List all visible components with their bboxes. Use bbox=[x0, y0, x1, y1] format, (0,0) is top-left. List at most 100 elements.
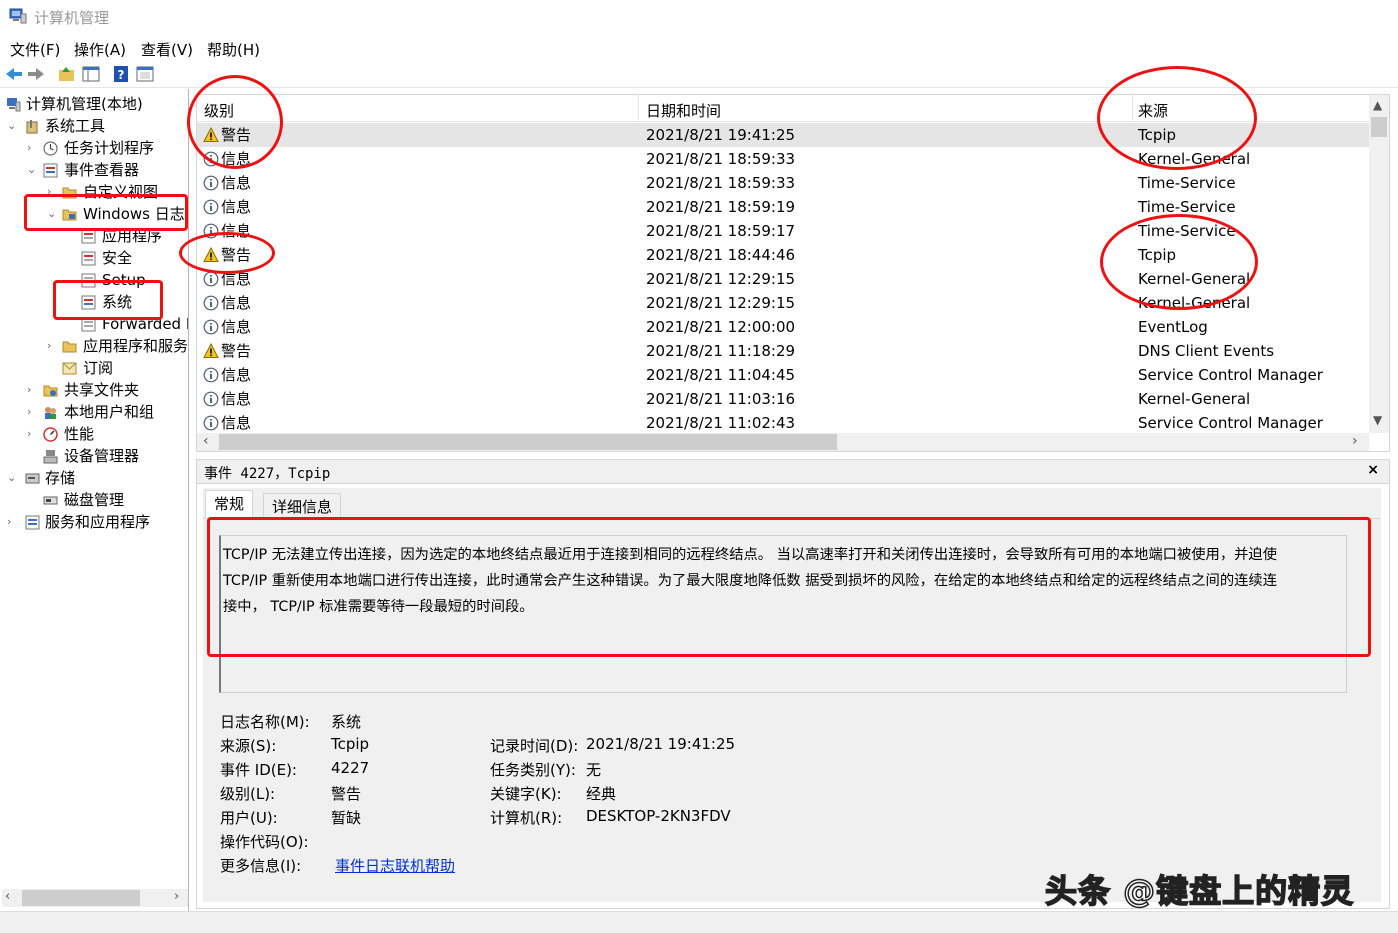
back-arrow-icon[interactable] bbox=[4, 65, 24, 83]
event-row[interactable]: 信息2021/8/21 12:00:00EventLog bbox=[197, 315, 1369, 339]
event-level: 信息 bbox=[221, 195, 251, 219]
level-label: 级别(L): bbox=[220, 783, 275, 804]
help-icon[interactable]: ? bbox=[111, 65, 131, 83]
column-header-source[interactable]: 来源 bbox=[1138, 100, 1168, 121]
scroll-right-icon[interactable]: › bbox=[1352, 433, 1358, 449]
chevron-right-icon[interactable]: › bbox=[47, 181, 59, 203]
log-icon bbox=[81, 317, 96, 332]
column-divider[interactable] bbox=[1132, 95, 1133, 122]
scroll-left-icon[interactable]: ‹ bbox=[5, 889, 10, 904]
action-pane-icon[interactable] bbox=[135, 65, 155, 83]
tree-label: 系统工具 bbox=[45, 115, 105, 137]
tab-details[interactable]: 详细信息 bbox=[263, 493, 341, 518]
chevron-right-icon[interactable]: › bbox=[27, 401, 39, 423]
event-row[interactable]: 警告2021/8/21 11:18:29DNS Client Events bbox=[197, 339, 1369, 363]
svg-text:?: ? bbox=[118, 68, 125, 82]
opcode-label: 操作代码(O): bbox=[220, 831, 309, 852]
event-row[interactable]: 信息2021/8/21 18:59:17Time-Service bbox=[197, 219, 1369, 243]
tree-horizontal-scrollbar[interactable]: ‹ › bbox=[2, 889, 188, 907]
warning-icon bbox=[203, 127, 219, 143]
logged-label: 记录时间(D): bbox=[490, 735, 578, 756]
column-header-datetime[interactable]: 日期和时间 bbox=[646, 100, 721, 121]
computer-icon bbox=[6, 97, 21, 112]
menu-help[interactable]: 帮助(H) bbox=[207, 39, 260, 60]
computer-value: DESKTOP-2KN3FDV bbox=[586, 807, 731, 825]
event-source: Time-Service bbox=[1138, 195, 1236, 219]
event-row[interactable]: 信息2021/8/21 12:29:15Kernel-General bbox=[197, 267, 1369, 291]
chevron-down-icon[interactable]: ⌄ bbox=[27, 159, 39, 181]
event-row[interactable]: 警告2021/8/21 18:44:46Tcpip bbox=[197, 243, 1369, 267]
tab-general[interactable]: 常规 bbox=[205, 490, 253, 518]
event-datetime: 2021/8/21 19:41:25 bbox=[646, 123, 795, 147]
chevron-right-icon[interactable]: › bbox=[27, 423, 39, 445]
event-row[interactable]: 信息2021/8/21 12:29:15Kernel-General bbox=[197, 291, 1369, 315]
task-category-value: 无 bbox=[586, 759, 601, 780]
keywords-value: 经典 bbox=[586, 783, 616, 804]
event-list-header: 级别 日期和时间 来源 bbox=[197, 95, 1369, 122]
title-bar: 计算机管理 bbox=[0, 0, 1398, 34]
computer-label: 计算机(R): bbox=[490, 807, 562, 828]
chevron-down-icon[interactable]: ⌄ bbox=[47, 203, 59, 225]
info-icon bbox=[203, 319, 219, 335]
event-row[interactable]: 信息2021/8/21 18:59:19Time-Service bbox=[197, 195, 1369, 219]
event-row[interactable]: 信息2021/8/21 11:04:45Service Control Mana… bbox=[197, 363, 1369, 387]
more-info-link[interactable]: 事件日志联机帮助 bbox=[335, 855, 455, 876]
column-header-level[interactable]: 级别 bbox=[204, 100, 234, 121]
event-source: Kernel-General bbox=[1138, 147, 1250, 171]
source-value: Tcpip bbox=[331, 735, 369, 753]
scrollbar-thumb[interactable] bbox=[1371, 117, 1387, 137]
event-level: 信息 bbox=[221, 387, 251, 411]
chevron-down-icon[interactable]: ⌄ bbox=[7, 467, 19, 489]
close-icon[interactable]: × bbox=[1367, 462, 1379, 478]
event-datetime: 2021/8/21 18:59:33 bbox=[646, 171, 795, 195]
scrollbar-thumb[interactable] bbox=[22, 890, 140, 906]
event-datetime: 2021/8/21 12:00:00 bbox=[646, 315, 795, 339]
scroll-right-icon[interactable]: › bbox=[174, 889, 179, 904]
show-hide-tree-icon[interactable] bbox=[81, 65, 101, 83]
event-description[interactable]: TCP/IP 无法建立传出连接，因为选定的本地终结点最近用于连接到相同的远程终结… bbox=[219, 535, 1347, 693]
tree-label: Windows 日志 bbox=[83, 203, 185, 225]
event-level: 警告 bbox=[221, 123, 251, 147]
event-level: 信息 bbox=[221, 315, 251, 339]
event-detail-titlebar: 事件 4227，Tcpip × bbox=[197, 460, 1389, 484]
folder-icon bbox=[62, 339, 77, 354]
more-info-label: 更多信息(I): bbox=[220, 855, 301, 876]
chevron-down-icon[interactable]: ⌄ bbox=[7, 115, 19, 137]
scroll-down-icon[interactable]: ▼ bbox=[1373, 413, 1382, 427]
tree-label: Setup bbox=[102, 269, 146, 291]
event-row[interactable]: 信息2021/8/21 11:03:16Kernel-General bbox=[197, 387, 1369, 411]
event-row[interactable]: 警告 2021/8/21 19:41:25 Tcpip bbox=[197, 123, 1369, 147]
chevron-right-icon[interactable]: › bbox=[27, 137, 39, 159]
tree-label: 性能 bbox=[64, 423, 94, 445]
scroll-up-icon[interactable]: ▲ bbox=[1373, 98, 1382, 112]
event-row[interactable]: 信息2021/8/21 18:59:33Kernel-General bbox=[197, 147, 1369, 171]
services-icon bbox=[25, 515, 40, 530]
event-row[interactable]: 信息2021/8/21 18:59:33Time-Service bbox=[197, 171, 1369, 195]
tree-label: 系统 bbox=[102, 291, 132, 313]
chevron-right-icon[interactable]: › bbox=[7, 511, 19, 533]
status-bar bbox=[0, 911, 1398, 933]
up-folder-icon[interactable] bbox=[57, 65, 77, 83]
warning-icon bbox=[203, 247, 219, 263]
event-level: 信息 bbox=[221, 363, 251, 387]
event-list-vertical-scrollbar[interactable]: ▲ ▼ bbox=[1369, 95, 1389, 433]
tree-label: 共享文件夹 bbox=[64, 379, 139, 401]
computer-management-icon bbox=[9, 8, 27, 24]
menu-action[interactable]: 操作(A) bbox=[74, 39, 126, 60]
event-row[interactable]: 信息2021/8/21 11:02:43Service Control Mana… bbox=[197, 411, 1369, 435]
storage-icon bbox=[25, 471, 40, 486]
menu-file[interactable]: 文件(F) bbox=[10, 39, 60, 60]
event-source: Time-Service bbox=[1138, 171, 1236, 195]
chevron-right-icon[interactable]: › bbox=[47, 335, 59, 357]
column-divider[interactable] bbox=[638, 95, 639, 122]
menu-view[interactable]: 查看(V) bbox=[141, 39, 193, 60]
scrollbar-thumb[interactable] bbox=[219, 434, 837, 450]
forward-arrow-icon[interactable] bbox=[26, 65, 46, 83]
users-icon bbox=[43, 405, 58, 420]
event-list-horizontal-scrollbar[interactable]: ‹ › bbox=[197, 433, 1369, 451]
chevron-right-icon[interactable]: › bbox=[27, 379, 39, 401]
event-source: Tcpip bbox=[1138, 123, 1176, 147]
description-line: 接中， TCP/IP 标准需要等待一段最短的时间段。 bbox=[221, 594, 1346, 620]
scroll-left-icon[interactable]: ‹ bbox=[203, 433, 209, 449]
event-datetime: 2021/8/21 12:29:15 bbox=[646, 291, 795, 315]
